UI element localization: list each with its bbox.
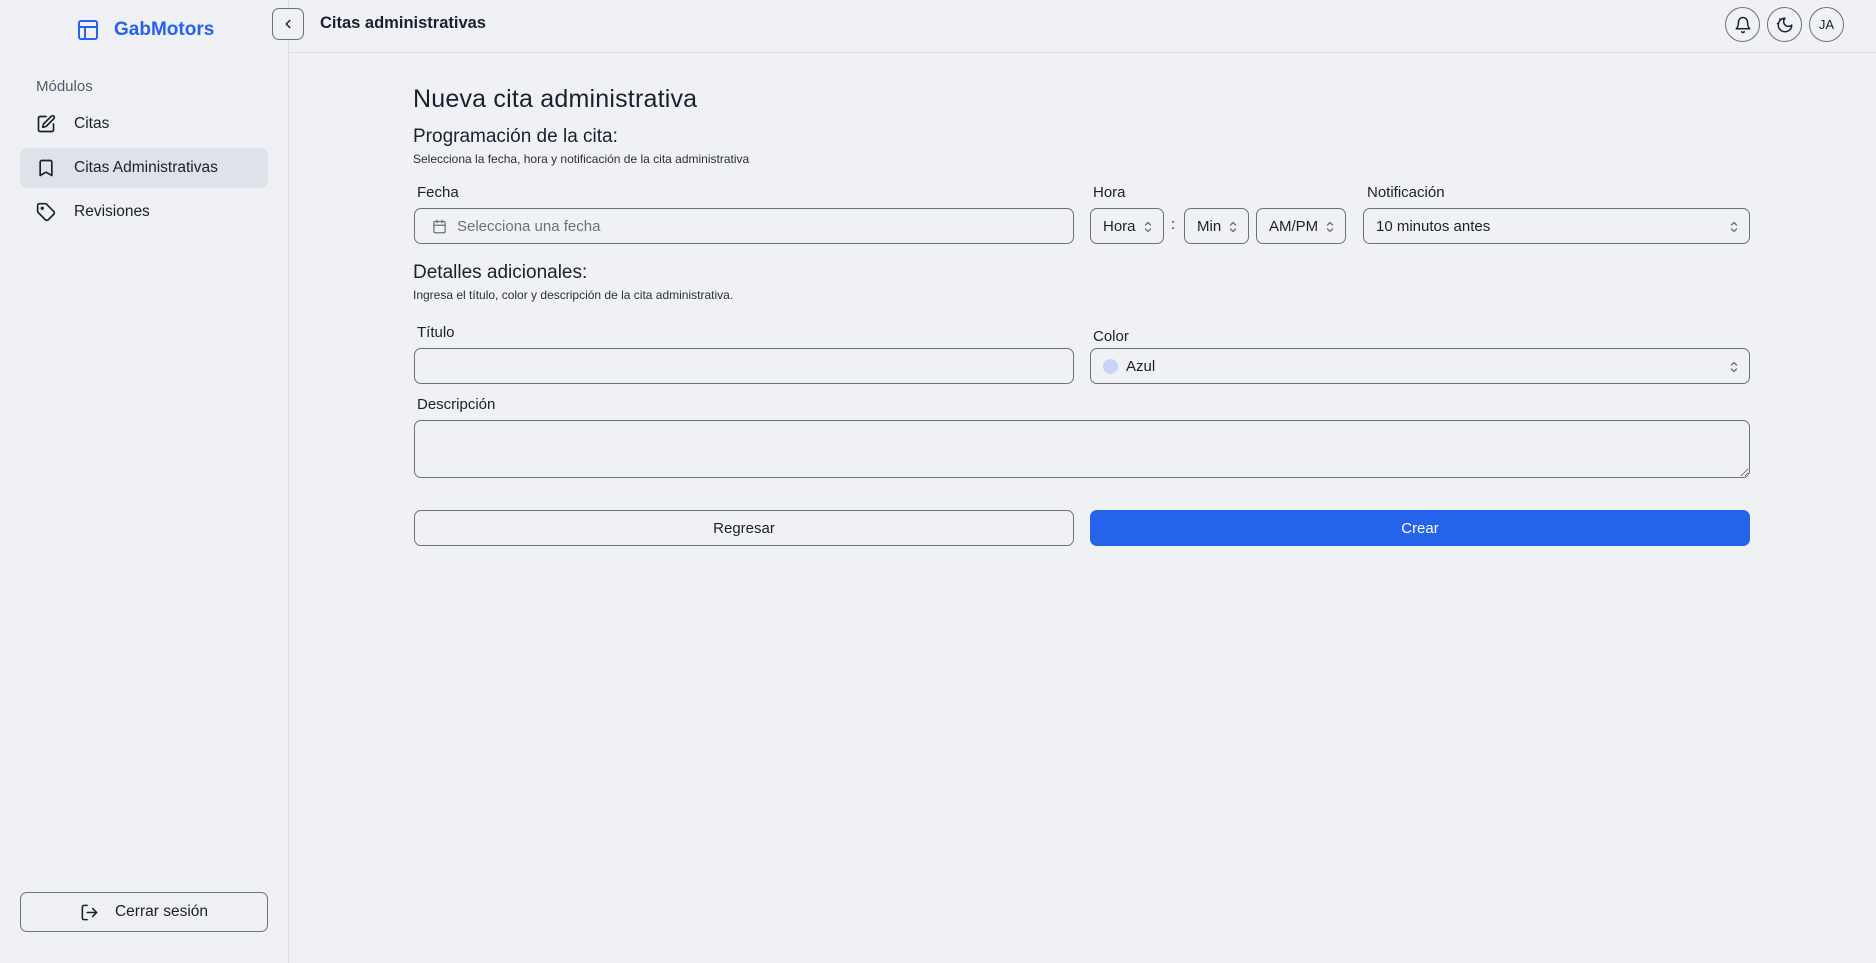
notification-select[interactable]: 10 minutos antes — [1363, 208, 1750, 244]
moon-icon — [1776, 17, 1792, 32]
main-content: Nueva cita administrativa Programación d… — [413, 85, 1750, 546]
chevron-up-down-icon — [1144, 221, 1152, 233]
page-title: Nueva cita administrativa — [413, 85, 698, 113]
sidebar-item-label: Citas Administrativas — [74, 159, 218, 176]
details-section-subtitle: Ingresa el título, color y descripción d… — [413, 288, 734, 302]
notification-label: Notificación — [1367, 184, 1445, 201]
date-picker[interactable]: Selecciona una fecha — [414, 208, 1074, 244]
logout-button[interactable]: Cerrar sesión — [20, 892, 268, 932]
color-label: Color — [1093, 328, 1129, 345]
collapse-sidebar-button[interactable] — [272, 8, 304, 40]
sidebar: GabMotors Módulos Citas Citas Administra… — [0, 0, 289, 963]
edit-icon — [37, 114, 56, 133]
notifications-button[interactable] — [1725, 7, 1760, 42]
back-button-label: Regresar — [713, 519, 775, 537]
scheduling-section-header: Programación de la cita: Selecciona la f… — [413, 126, 749, 166]
color-select[interactable]: Azul — [1090, 348, 1750, 384]
theme-toggle-button[interactable] — [1767, 7, 1802, 42]
time-separator: : — [1171, 216, 1176, 233]
details-section-header: Detalles adicionales: Ingresa el título,… — [413, 262, 733, 302]
logout-icon — [81, 904, 98, 920]
title-input[interactable] — [414, 348, 1074, 384]
sidebar-item-label: Citas — [74, 115, 110, 132]
hour-select[interactable]: Hora — [1090, 208, 1164, 244]
sidebar-section-label: Módulos — [36, 78, 93, 95]
page-header-title: Citas administrativas — [320, 14, 486, 32]
scheduling-section-subtitle: Selecciona la fecha, hora y notificación… — [413, 152, 750, 166]
time-label: Hora — [1093, 184, 1126, 201]
scheduling-section-title: Programación de la cita: — [413, 126, 618, 147]
title-label: Título — [417, 324, 455, 341]
notification-value: 10 minutos antes — [1376, 217, 1491, 235]
chevron-left-icon — [285, 19, 291, 29]
minute-value: Min — [1197, 217, 1222, 235]
color-swatch — [1103, 358, 1118, 374]
create-button-label: Crear — [1401, 519, 1439, 537]
minute-select[interactable]: Min — [1184, 208, 1249, 244]
hour-value: Hora — [1103, 217, 1136, 235]
create-button[interactable]: Crear — [1090, 510, 1750, 546]
color-value: Azul — [1126, 357, 1156, 375]
date-label: Fecha — [417, 184, 459, 201]
back-button[interactable]: Regresar — [414, 510, 1074, 546]
chevron-up-down-icon — [1229, 221, 1237, 233]
layout-icon — [78, 20, 98, 40]
bell-icon — [1735, 16, 1750, 33]
chevron-up-down-icon — [1730, 221, 1738, 233]
logout-label: Cerrar sesión — [114, 903, 209, 920]
brand-name: GabMotors — [114, 19, 215, 40]
ampm-value: AM/PM — [1269, 217, 1319, 235]
tag-icon — [36, 202, 56, 222]
description-label: Descripción — [417, 396, 496, 413]
date-placeholder: Selecciona una fecha — [457, 217, 601, 235]
details-section-title: Detalles adicionales: — [413, 262, 588, 283]
sidebar-item-citas[interactable]: Citas — [20, 104, 268, 144]
ampm-select[interactable]: AM/PM — [1256, 208, 1346, 244]
sidebar-item-citas-administrativas[interactable]: Citas Administrativas — [20, 148, 268, 188]
top-header: Citas administrativas JA — [272, 0, 1876, 53]
bookmark-icon — [39, 159, 53, 177]
description-textarea[interactable] — [414, 420, 1750, 478]
chevron-up-down-icon — [1730, 361, 1738, 373]
chevron-up-down-icon — [1326, 221, 1334, 233]
sidebar-item-label: Revisiones — [74, 203, 150, 220]
sidebar-item-revisiones[interactable]: Revisiones — [20, 192, 268, 232]
brand[interactable]: GabMotors — [76, 17, 214, 43]
calendar-icon — [433, 219, 446, 233]
user-avatar-button[interactable]: JA — [1809, 7, 1844, 42]
avatar-initials: JA — [1818, 17, 1835, 32]
